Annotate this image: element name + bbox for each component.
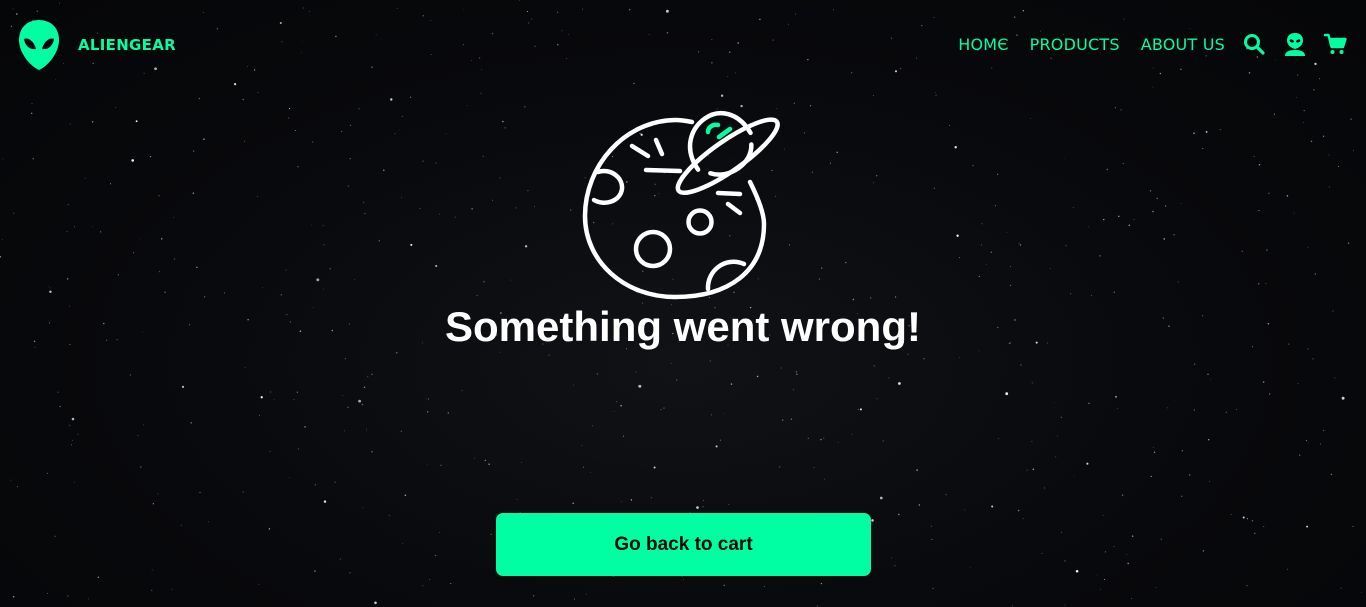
ufo-crashed-planet-icon (582, 110, 780, 300)
brand-name: ALIENGEAR (78, 36, 176, 54)
alien-head-icon (19, 20, 59, 70)
brand[interactable]: ALIENGEAR (18, 18, 176, 72)
nav-link-products[interactable]: PRODUCTS (1030, 35, 1120, 54)
error-page: ALIENGEAR HOMЄ PRODUCTS ABOUT US Somethi… (0, 0, 1366, 607)
nav-link-home[interactable]: HOMЄ (958, 35, 1008, 54)
nav-link-about-us[interactable]: ABOUT US (1141, 35, 1225, 54)
search-icon[interactable] (1242, 32, 1266, 56)
error-headline: Something went wrong! (445, 303, 921, 350)
go-back-to-cart-button[interactable]: Go back to cart (496, 513, 871, 576)
account-alien-icon[interactable] (1283, 32, 1307, 56)
main-nav: HOMЄ PRODUCTS ABOUT US (958, 30, 1348, 58)
cart-icon[interactable] (1324, 32, 1348, 56)
